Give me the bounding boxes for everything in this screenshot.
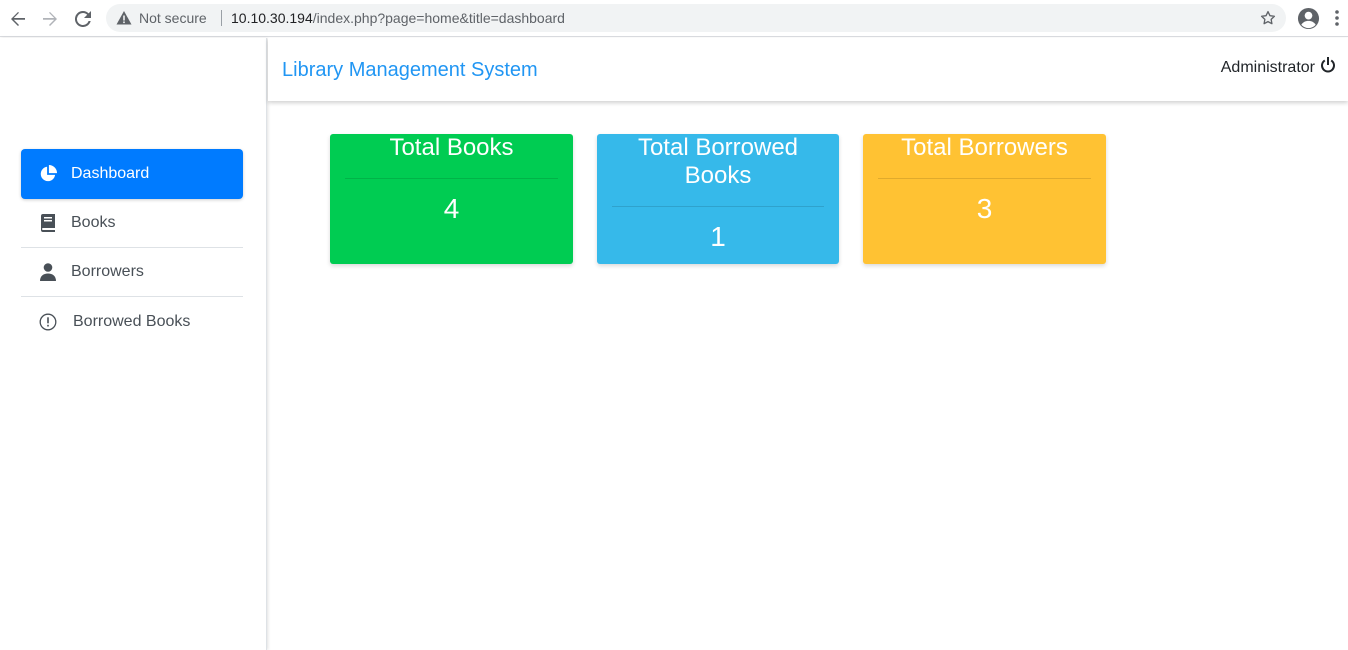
- sidebar-nav: Dashboard Books Borrowers Borrowed Books: [21, 149, 243, 346]
- url-text[interactable]: 10.10.30.194/index.php?page=home&title=d…: [231, 10, 565, 26]
- sidebar-item-label: Borrowers: [71, 263, 144, 280]
- card-value: 3: [976, 193, 993, 224]
- kebab-menu-icon[interactable]: [1334, 9, 1340, 32]
- reload-icon: [75, 11, 91, 27]
- book-icon: [39, 214, 57, 232]
- alert-circle-icon: [39, 313, 57, 331]
- user-menu[interactable]: Administrator: [1221, 57, 1336, 78]
- forward-button[interactable]: [39, 8, 61, 30]
- sidebar-item-borrowers[interactable]: Borrowers: [21, 248, 243, 297]
- arrow-right-icon: [43, 12, 57, 26]
- url-path: /index.php?page=home&title=dashboard: [312, 10, 565, 26]
- card-divider: [612, 206, 824, 207]
- sidebar-item-dashboard[interactable]: Dashboard: [21, 149, 243, 199]
- app-title[interactable]: Library Management System: [282, 58, 538, 82]
- card-total-books: Total Books 4: [330, 134, 573, 264]
- top-header: Library Management System Administrator: [268, 38, 1348, 101]
- user-icon: [39, 263, 57, 281]
- bookmark-star-icon[interactable]: [1259, 9, 1277, 32]
- back-button[interactable]: [7, 8, 29, 30]
- card-title: Total Borrowed Books: [637, 134, 799, 189]
- card-title: Total Books: [389, 134, 514, 161]
- card-divider: [878, 178, 1091, 179]
- url-host: 10.10.30.194: [231, 10, 313, 26]
- card-total-borrowed-books: Total Borrowed Books 1: [597, 134, 839, 264]
- pie-chart-icon: [39, 165, 57, 183]
- browser-toolbar: Not secure 10.10.30.194/index.php?page=h…: [0, 0, 1348, 37]
- card-value: 1: [710, 221, 726, 252]
- sidebar-item-label: Dashboard: [71, 165, 150, 182]
- power-icon[interactable]: [1320, 57, 1336, 78]
- reload-button[interactable]: [72, 8, 94, 30]
- sidebar-item-label: Borrowed Books: [73, 312, 191, 330]
- sidebar-item-borrowed-books[interactable]: Borrowed Books: [21, 297, 243, 346]
- sidebar-item-books[interactable]: Books: [21, 199, 243, 248]
- sidebar-item-label: Books: [71, 214, 116, 231]
- address-bar[interactable]: Not secure 10.10.30.194/index.php?page=h…: [106, 4, 1286, 32]
- card-divider: [345, 178, 558, 179]
- security-label[interactable]: Not secure: [139, 10, 207, 26]
- arrow-left-icon: [11, 12, 25, 26]
- user-name: Administrator: [1220, 58, 1315, 76]
- card-value: 4: [443, 193, 460, 224]
- omnibox-separator: [221, 10, 222, 26]
- warning-icon: [116, 10, 132, 31]
- card-title: Total Borrowers: [901, 134, 1068, 161]
- profile-avatar-icon[interactable]: [1297, 7, 1320, 35]
- sidebar: Dashboard Books Borrowers Borrowed Books: [0, 38, 267, 650]
- card-total-borrowers: Total Borrowers 3: [863, 134, 1106, 264]
